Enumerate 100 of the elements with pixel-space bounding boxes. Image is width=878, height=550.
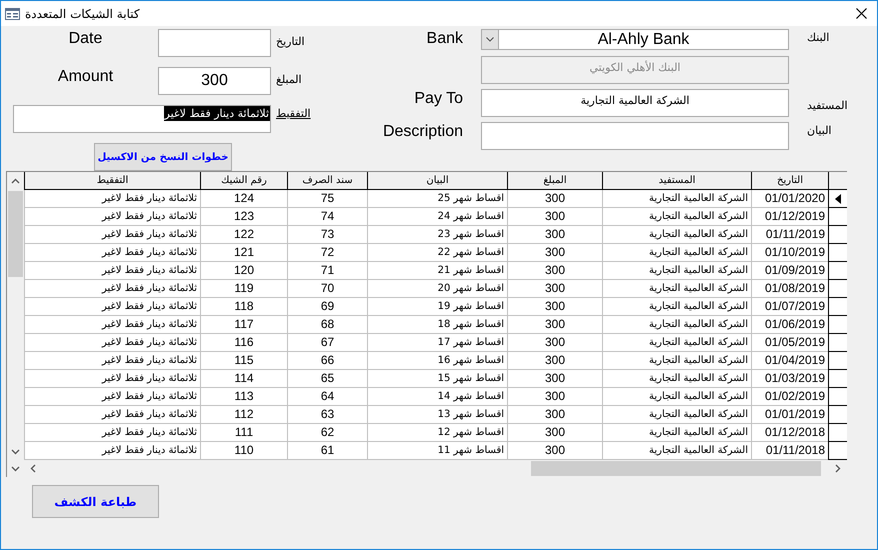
table-cell: 300: [507, 262, 602, 280]
table-cell: الشركة العالمية التجارية: [602, 208, 751, 226]
table-cell: 300: [507, 208, 602, 226]
amount-in-words-field[interactable]: ثلاثمائة دينار فقط لاغير: [13, 105, 271, 133]
date-field[interactable]: [158, 29, 271, 57]
table-cell: 116: [200, 334, 287, 352]
table-cell: 71: [287, 262, 367, 280]
bank-dropdown[interactable]: Al-Ahly Bank: [481, 29, 789, 50]
table-cell: ثلاثمائة دينار فقط لاغير: [24, 226, 200, 244]
field-label: Pay To: [414, 89, 463, 109]
table-cell: 117: [200, 316, 287, 334]
table-cell: 121: [200, 244, 287, 262]
scroll-up-icon[interactable]: [11, 178, 20, 184]
row-selector[interactable]: [828, 244, 847, 262]
field-label: المستفيد: [807, 99, 848, 112]
table-cell: ثلاثمائة دينار فقط لاغير: [24, 262, 200, 280]
table-cell: الشركة العالمية التجارية: [602, 262, 751, 280]
scroll-down-icon[interactable]: [11, 449, 20, 455]
table-cell: 62: [287, 424, 367, 442]
print-statement-button[interactable]: طباعة الكشف: [32, 485, 159, 518]
table-cell: 112: [200, 406, 287, 424]
table-cell: اقساط شهر 25: [367, 190, 507, 208]
scrollbar-thumb[interactable]: [8, 191, 23, 277]
table-cell: 01/08/2019: [751, 280, 828, 298]
scroll-right-icon[interactable]: [835, 464, 841, 473]
table-cell: 01/03/2019: [751, 370, 828, 388]
row-selector[interactable]: [828, 190, 847, 208]
table-cell: 01/02/2019: [751, 388, 828, 406]
copy-steps-button[interactable]: خطوات النسخ من الاكسيل: [94, 143, 232, 171]
column-header[interactable]: التاريخ: [751, 172, 828, 190]
column-header[interactable]: البيان: [367, 172, 507, 190]
table-cell: 300: [507, 244, 602, 262]
scroll-left-icon[interactable]: [30, 464, 36, 473]
table-cell: 118: [200, 298, 287, 316]
table-cell: الشركة العالمية التجارية: [602, 226, 751, 244]
table-cell: 72: [287, 244, 367, 262]
amount-field[interactable]: 300: [158, 67, 271, 95]
column-header[interactable]: التفقيط: [24, 172, 200, 190]
row-selector[interactable]: [828, 298, 847, 316]
row-selector[interactable]: [828, 208, 847, 226]
table-cell: 75: [287, 190, 367, 208]
row-selector[interactable]: [828, 226, 847, 244]
table-cell: اقساط شهر 17: [367, 334, 507, 352]
table-cell: 300: [507, 316, 602, 334]
table-cell: 300: [507, 226, 602, 244]
column-header[interactable]: رقم الشيك: [200, 172, 287, 190]
table-cell: اقساط شهر 14: [367, 388, 507, 406]
table-cell: الشركة العالمية التجارية: [602, 244, 751, 262]
scroll-down-icon[interactable]: [11, 466, 20, 472]
row-selector[interactable]: [828, 406, 847, 424]
table-cell: ثلاثمائة دينار فقط لاغير: [24, 244, 200, 262]
table-cell: 68: [287, 316, 367, 334]
column-header[interactable]: المبلغ: [507, 172, 602, 190]
table-cell: ثلاثمائة دينار فقط لاغير: [24, 406, 200, 424]
table-cell: 114: [200, 370, 287, 388]
table-cell: ثلاثمائة دينار فقط لاغير: [24, 280, 200, 298]
table-cell: الشركة العالمية التجارية: [602, 406, 751, 424]
row-selector[interactable]: [828, 370, 847, 388]
row-selector[interactable]: [828, 262, 847, 280]
table-cell: 69: [287, 298, 367, 316]
table-cell: 01/05/2019: [751, 334, 828, 352]
table-cell: اقساط شهر 23: [367, 226, 507, 244]
table-cell: اقساط شهر 12: [367, 424, 507, 442]
field-label: البيان: [807, 124, 832, 137]
table-cell: الشركة العالمية التجارية: [602, 298, 751, 316]
row-selector[interactable]: [828, 388, 847, 406]
table-cell: 119: [200, 280, 287, 298]
row-selector[interactable]: [828, 280, 847, 298]
column-header[interactable]: سند الصرف: [287, 172, 367, 190]
table-cell: اقساط شهر 19: [367, 298, 507, 316]
table-cell: اقساط شهر 21: [367, 262, 507, 280]
table-cell: 01/12/2019: [751, 208, 828, 226]
description-field[interactable]: [481, 122, 789, 150]
chevron-down-icon: [486, 37, 494, 42]
table-cell: 300: [507, 334, 602, 352]
table-cell: 01/01/2019: [751, 406, 828, 424]
table-cell: ثلاثمائة دينار فقط لاغير: [24, 352, 200, 370]
table-cell: ثلاثمائة دينار فقط لاغير: [24, 370, 200, 388]
table-cell: اقساط شهر 13: [367, 406, 507, 424]
table-cell: 123: [200, 208, 287, 226]
table-cell: 01/12/2018: [751, 424, 828, 442]
row-selector[interactable]: [828, 352, 847, 370]
row-selector[interactable]: [828, 334, 847, 352]
table-cell: 64: [287, 388, 367, 406]
row-selector[interactable]: [828, 424, 847, 442]
row-selector[interactable]: [828, 316, 847, 334]
vertical-scrollbar[interactable]: [7, 172, 24, 460]
table-cell: اقساط شهر 16: [367, 352, 507, 370]
column-header[interactable]: المستفيد: [602, 172, 751, 190]
close-icon[interactable]: [856, 8, 867, 19]
field-label: Description: [382, 122, 463, 142]
table-cell: اقساط شهر 24: [367, 208, 507, 226]
payee-field[interactable]: الشركة العالمية التجارية: [481, 89, 789, 117]
row-selector[interactable]: [828, 442, 847, 460]
table-cell: اقساط شهر 15: [367, 370, 507, 388]
table-cell: 113: [200, 388, 287, 406]
table-cell: 111: [200, 424, 287, 442]
table-cell: ثلاثمائة دينار فقط لاغير: [24, 190, 200, 208]
scrollbar-thumb[interactable]: [531, 461, 821, 476]
field-label: التفقيط: [276, 107, 312, 120]
